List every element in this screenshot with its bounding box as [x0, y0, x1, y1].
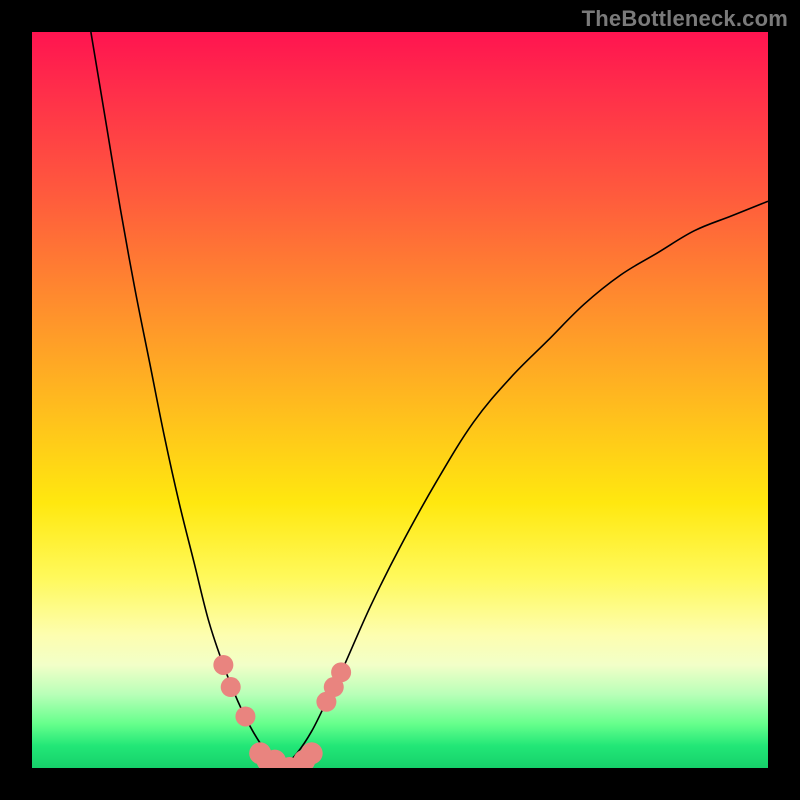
data-marker [213, 655, 233, 675]
chart-plot-area [32, 32, 768, 768]
data-marker [235, 706, 255, 726]
data-marker [331, 662, 351, 682]
chart-svg [32, 32, 768, 768]
data-marker [301, 742, 323, 764]
right-curve [282, 201, 768, 768]
attribution-text: TheBottleneck.com [582, 6, 788, 32]
data-marker [221, 677, 241, 697]
left-curve [91, 32, 282, 768]
marker-group [213, 655, 351, 768]
